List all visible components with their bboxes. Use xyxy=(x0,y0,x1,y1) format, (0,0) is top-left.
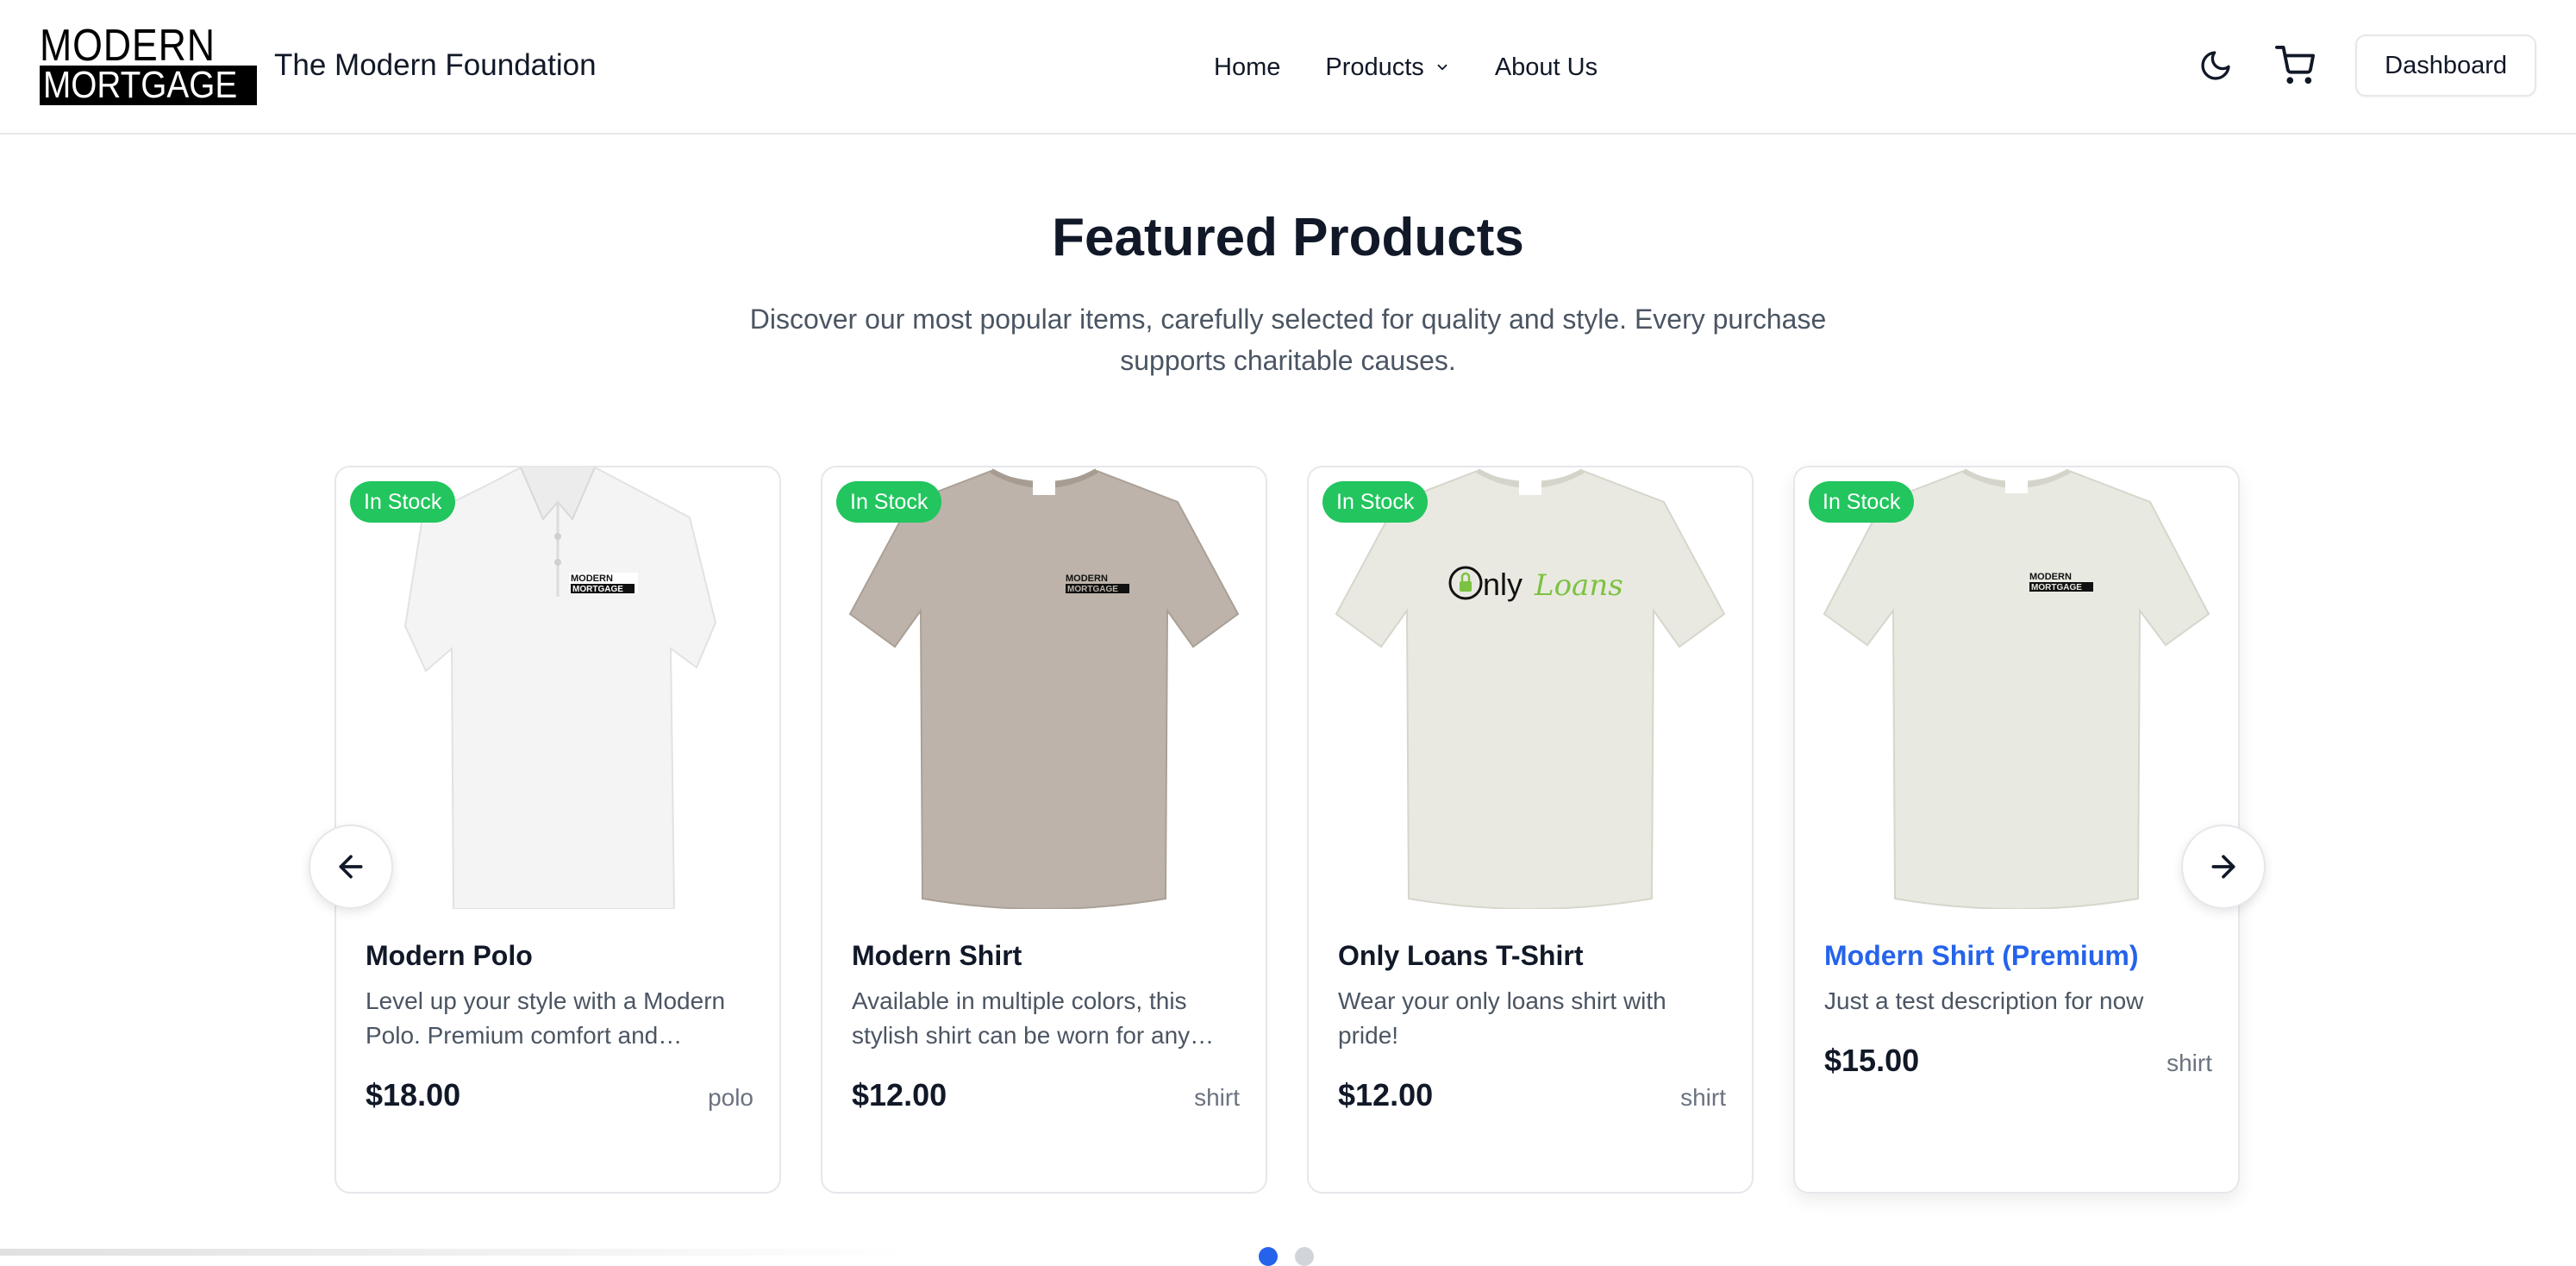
card-footer: $18.00 polo xyxy=(366,1077,753,1113)
product-description: Just a test description for now xyxy=(1824,987,2144,1014)
carousel-next-button[interactable] xyxy=(2181,824,2266,909)
cart-icon xyxy=(2275,46,2316,85)
product-description: Available in multiple colors, this styli… xyxy=(852,987,1215,1049)
product-category: shirt xyxy=(1194,1084,1240,1111)
dashboard-button[interactable]: Dashboard xyxy=(2355,34,2536,97)
product-price: $12.00 xyxy=(1338,1077,1434,1112)
card-footer: $12.00 shirt xyxy=(1338,1077,1726,1113)
main-nav: Home Products About Us xyxy=(1214,48,1597,86)
product-category: polo xyxy=(708,1084,753,1111)
card-body: Only Loans T-Shirt Wear your only loans … xyxy=(1338,940,1726,1113)
stock-badge: In Stock xyxy=(350,481,456,523)
tshirt-image: nly Loans xyxy=(1335,468,1726,909)
card-body: Modern Shirt Available in multiple color… xyxy=(852,940,1240,1113)
carousel-prev-button[interactable] xyxy=(309,824,393,909)
product-image[interactable]: nly Loans xyxy=(1309,467,1752,909)
product-name[interactable]: Modern Shirt xyxy=(852,940,1240,972)
modern-mortgage-logo[interactable]: MODERN MORTGAGE xyxy=(40,21,257,105)
site-header: MODERN MORTGAGE The Modern Foundation Ho… xyxy=(0,0,2576,135)
featured-title: Featured Products xyxy=(1052,208,1524,267)
svg-text:MORTGAGE: MORTGAGE xyxy=(572,585,623,594)
card-footer: $15.00 shirt xyxy=(1824,1043,2212,1079)
arrow-left-icon xyxy=(339,855,363,879)
carousel-pagination xyxy=(1259,1247,1331,1266)
product-card[interactable]: MODERN MORTGAGE In Stock Modern Shirt (P… xyxy=(1793,466,2240,1194)
logo-bottom-text: MORTGAGE xyxy=(43,66,238,105)
toast-edge xyxy=(0,1249,914,1256)
polo-shirt-image: MODERN MORTGAGE xyxy=(403,467,717,909)
product-price: $18.00 xyxy=(366,1077,461,1112)
product-name[interactable]: Modern Shirt (Premium) xyxy=(1824,940,2212,972)
nav-products-label: Products xyxy=(1325,53,1424,81)
svg-text:MODERN: MODERN xyxy=(2029,572,2072,582)
product-carousel: MODERN MORTGAGE In Stock Modern Polo Lev… xyxy=(335,466,2240,1194)
tshirt-image: MODERN MORTGAGE xyxy=(1823,468,2210,909)
product-category: shirt xyxy=(2166,1050,2212,1076)
nav-home[interactable]: Home xyxy=(1214,53,1280,82)
arrow-right-icon xyxy=(2211,855,2235,879)
product-name[interactable]: Only Loans T-Shirt xyxy=(1338,940,1726,972)
svg-text:nly: nly xyxy=(1483,567,1522,602)
card-body: Modern Polo Level up your style with a M… xyxy=(366,940,753,1113)
product-card[interactable]: nly Loans In Stock Only Loans T-Shirt We… xyxy=(1307,466,1754,1194)
product-image[interactable]: MODERN MORTGAGE xyxy=(336,467,779,909)
svg-text:MORTGAGE: MORTGAGE xyxy=(1067,585,1118,594)
logo-top-text: MODERN xyxy=(40,21,216,71)
svg-text:MORTGAGE: MORTGAGE xyxy=(2031,583,2082,592)
header-actions: Dashboard xyxy=(2191,34,2536,97)
product-card[interactable]: MODERN MORTGAGE In Stock Modern Polo Lev… xyxy=(335,466,781,1194)
product-price: $12.00 xyxy=(852,1077,947,1112)
featured-subtitle: Discover our most popular items, careful… xyxy=(749,304,1827,376)
moon-icon xyxy=(2201,51,2230,80)
chevron-down-icon xyxy=(1437,64,1447,71)
product-name[interactable]: Modern Polo xyxy=(366,940,753,972)
svg-text:MODERN: MODERN xyxy=(1066,573,1108,584)
product-card[interactable]: MODERN MORTGAGE In Stock Modern Shirt Av… xyxy=(821,466,1267,1194)
card-body: Modern Shirt (Premium) Just a test descr… xyxy=(1824,940,2212,1079)
svg-text:MODERN: MODERN xyxy=(571,573,613,584)
nav-about[interactable]: About Us xyxy=(1495,53,1597,82)
stock-badge: In Stock xyxy=(836,481,942,523)
product-category: shirt xyxy=(1680,1084,1726,1111)
product-description: Wear your only loans shirt with pride! xyxy=(1338,987,1666,1049)
theme-toggle-button[interactable] xyxy=(2191,41,2240,90)
product-image[interactable]: MODERN MORTGAGE xyxy=(1795,467,2238,909)
logo-bottom-band: MORTGAGE xyxy=(40,66,257,105)
carousel-dot-2[interactable] xyxy=(1295,1247,1314,1266)
nav-about-label: About Us xyxy=(1494,53,1598,81)
svg-text:Loans: Loans xyxy=(1534,568,1623,603)
carousel-dot-1[interactable] xyxy=(1259,1247,1278,1266)
tshirt-image: MODERN MORTGAGE xyxy=(848,468,1240,909)
cart-button[interactable] xyxy=(2271,41,2319,90)
stock-badge: In Stock xyxy=(1809,481,1915,523)
brand[interactable]: MODERN MORTGAGE The Modern Foundation xyxy=(40,21,597,105)
nav-home-label: Home xyxy=(1214,53,1281,81)
product-description: Level up your style with a Modern Polo. … xyxy=(366,987,726,1049)
nav-products[interactable]: Products xyxy=(1325,53,1449,82)
product-price: $15.00 xyxy=(1824,1043,1920,1078)
stock-badge: In Stock xyxy=(1322,481,1429,523)
card-footer: $12.00 shirt xyxy=(852,1077,1240,1113)
site-name[interactable]: The Modern Foundation xyxy=(274,48,597,83)
product-image[interactable]: MODERN MORTGAGE xyxy=(822,467,1266,909)
